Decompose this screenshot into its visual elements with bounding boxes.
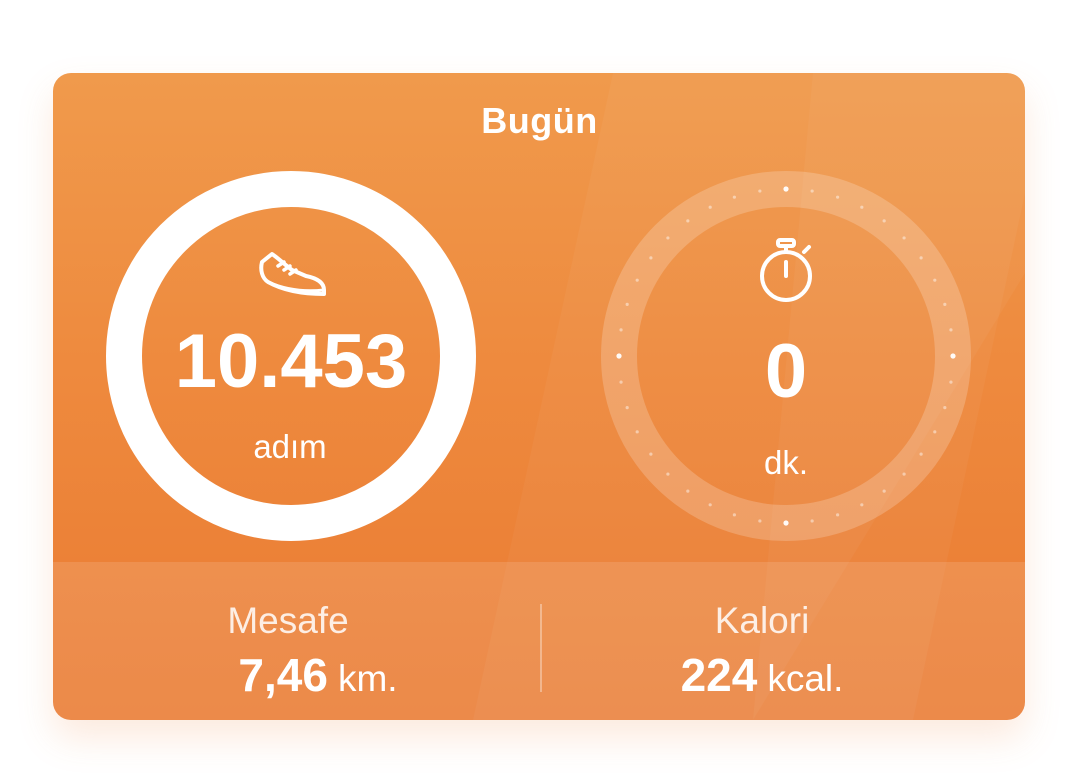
steps-value: 10.453 [174, 319, 408, 404]
ring-tick [758, 189, 762, 193]
distance-unit: km. [337, 658, 398, 699]
ring-tick [882, 489, 886, 493]
ring-tick [732, 195, 736, 199]
card-title: Bugün [481, 100, 598, 141]
calories-unit: kcal. [767, 658, 844, 699]
ring-tick [836, 513, 840, 517]
ring-tick [943, 406, 947, 410]
ring-tick [625, 302, 629, 306]
ring-tick [616, 353, 622, 359]
ring-tick [810, 189, 814, 193]
ring-tick [666, 472, 670, 476]
ring-tick [943, 302, 947, 306]
ring-tick [686, 219, 690, 223]
ring-tick [649, 256, 653, 260]
ring-tick [860, 205, 864, 209]
ring-tick [949, 328, 953, 332]
stopwatch-icon [760, 238, 812, 302]
ring-tick [860, 503, 864, 507]
active-minutes-unit: dk. [763, 444, 809, 481]
ring-tick [783, 520, 789, 526]
ring-tick [686, 489, 690, 493]
ring-tick [902, 472, 906, 476]
ring-tick [902, 236, 906, 240]
distance-stat[interactable]: 7,46 km. [128, 648, 508, 702]
ring-tick [933, 278, 937, 282]
ring-tick [919, 256, 923, 260]
ring-tick [919, 452, 923, 456]
ring-tick [882, 219, 886, 223]
ring-tick [666, 236, 670, 240]
active-minutes-value: 0 [764, 329, 808, 414]
distance-value: 7,46 [238, 649, 328, 701]
ring-tick [836, 195, 840, 199]
calories-stat[interactable]: 224 kcal. [572, 648, 952, 702]
ring-tick [635, 430, 639, 434]
ring-tick [635, 278, 639, 282]
ring-tick [810, 519, 814, 523]
ring-tick [649, 452, 653, 456]
shoe-icon [259, 252, 326, 296]
ring-tick [619, 380, 623, 384]
ring-tick [708, 205, 712, 209]
ring-tick [950, 353, 956, 359]
ring-tick [619, 328, 623, 332]
ring-tick [949, 380, 953, 384]
steps-unit: adım [253, 428, 327, 465]
calories-label: Kalori [714, 600, 810, 641]
ring-tick [758, 519, 762, 523]
distance-label: Mesafe [227, 600, 349, 641]
ring-tick [933, 430, 937, 434]
ring-tick [625, 406, 629, 410]
ring-tick [708, 503, 712, 507]
ring-tick [783, 186, 789, 192]
calories-value: 224 [680, 649, 758, 701]
stats-divider [540, 604, 542, 692]
ring-tick [732, 513, 736, 517]
